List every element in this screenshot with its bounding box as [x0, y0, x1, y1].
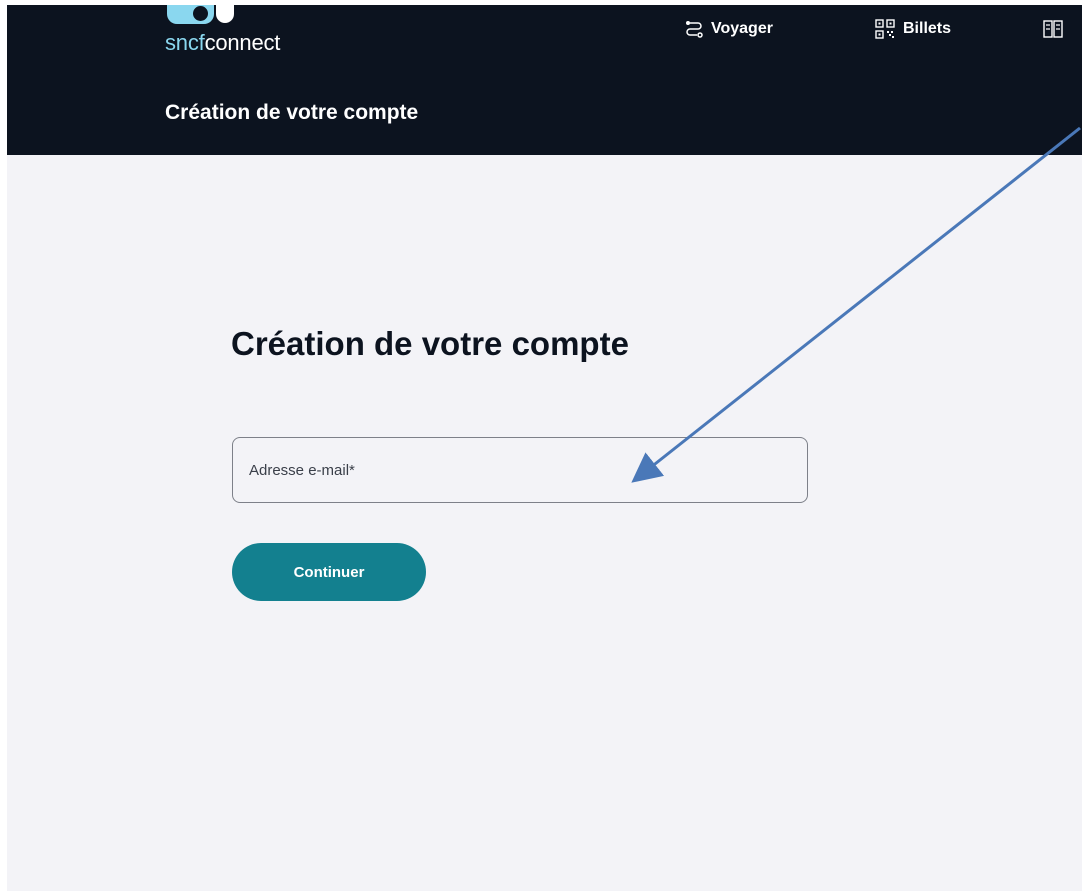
top-header: sncfconnect Voyager Billets Création de … [7, 5, 1082, 155]
nav-billets[interactable]: Billets [875, 17, 951, 41]
nav-voyager[interactable]: Voyager [685, 17, 773, 41]
sncf-connect-logo[interactable]: sncfconnect [165, 5, 335, 61]
nav-catalog[interactable] [1043, 17, 1071, 41]
nav-voyager-label: Voyager [711, 20, 773, 37]
logo-dot-dark [193, 6, 208, 21]
logo-dot-white [216, 5, 234, 23]
continue-button[interactable]: Continuer [232, 543, 426, 601]
book-icon [1043, 20, 1063, 38]
email-field[interactable] [232, 437, 808, 503]
nav-billets-label: Billets [903, 20, 952, 37]
qr-code-icon [875, 19, 895, 39]
route-icon [686, 21, 703, 38]
header-title: Création de votre compte [165, 101, 419, 124]
logo-wordmark: sncfconnect [165, 30, 280, 56]
logo-wordmark-sncf: sncf [165, 30, 205, 55]
logo-wordmark-connect: connect [204, 30, 281, 55]
page-title: Création de votre compte [231, 325, 629, 362]
app-window: sncfconnect Voyager Billets Création de … [7, 5, 1082, 891]
